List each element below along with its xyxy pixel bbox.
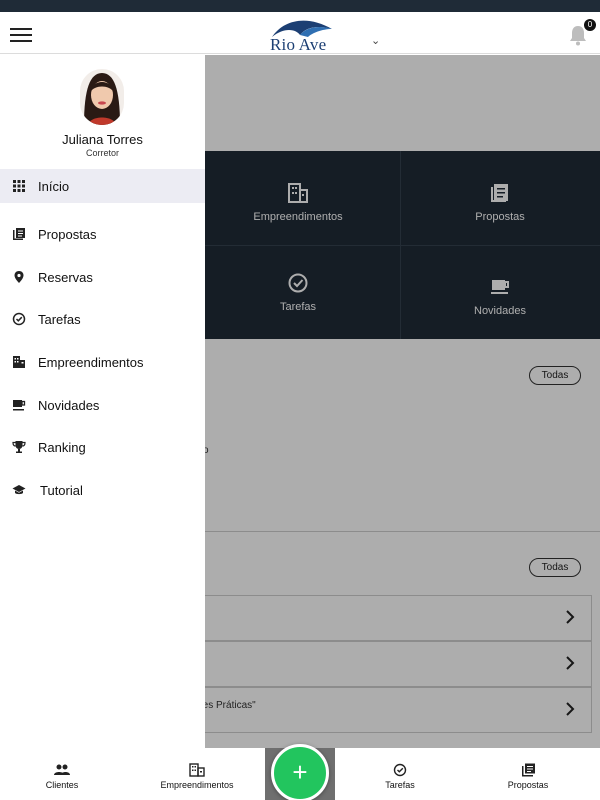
- menu-icon[interactable]: [10, 28, 32, 42]
- grid-icon: [13, 180, 25, 192]
- notification-badge: 0: [584, 19, 596, 31]
- building-icon: [13, 356, 25, 368]
- sidebar-item-propostas[interactable]: Propostas: [0, 217, 205, 251]
- document-icon: [522, 763, 535, 777]
- coffee-cup-icon: [13, 400, 26, 411]
- avatar: [80, 69, 124, 125]
- graduation-cap-icon: [12, 485, 26, 495]
- check-circle-icon: [393, 763, 407, 777]
- sidebar-item-empreendimentos[interactable]: Empreendimentos: [0, 345, 205, 379]
- document-icon: [13, 228, 25, 240]
- add-button[interactable]: +: [271, 744, 329, 800]
- sidebar-item-inicio[interactable]: Início: [0, 169, 205, 203]
- sidebar-item-reservas[interactable]: Reservas: [0, 260, 205, 294]
- bottom-nav-left: Clientes Empreendimentos: [0, 748, 265, 800]
- check-circle-icon: [12, 312, 26, 326]
- people-icon: [54, 764, 70, 775]
- user-name: Juliana Torres: [62, 132, 143, 147]
- sidebar-item-tarefas[interactable]: Tarefas: [0, 302, 205, 336]
- nav-empreendimentos[interactable]: Empreendimentos: [147, 763, 247, 790]
- sidebar-item-tutorial[interactable]: Tutorial: [0, 473, 205, 507]
- bottom-nav-right: Tarefas Propostas: [335, 748, 600, 800]
- nav-tarefas[interactable]: Tarefas: [350, 763, 450, 790]
- trophy-icon: [12, 441, 26, 453]
- sidebar-item-novidades[interactable]: Novidades: [0, 388, 205, 422]
- user-role: Corretor: [85, 148, 119, 158]
- status-bar: [0, 0, 600, 12]
- navigation-drawer: Juliana Torres Corretor Início Propostas…: [0, 55, 205, 748]
- location-pin-icon: [14, 271, 24, 283]
- nav-propostas[interactable]: Propostas: [478, 763, 578, 790]
- chevron-down-icon[interactable]: ⌄: [371, 34, 380, 47]
- building-icon: [189, 763, 205, 777]
- nav-clientes[interactable]: Clientes: [12, 763, 112, 790]
- brand-logo: Rio Ave: [266, 15, 338, 54]
- sidebar-item-ranking[interactable]: Ranking: [0, 430, 205, 464]
- logo-text: Rio Ave: [270, 35, 327, 54]
- top-bar: Rio Ave ⌄ 0: [0, 12, 600, 54]
